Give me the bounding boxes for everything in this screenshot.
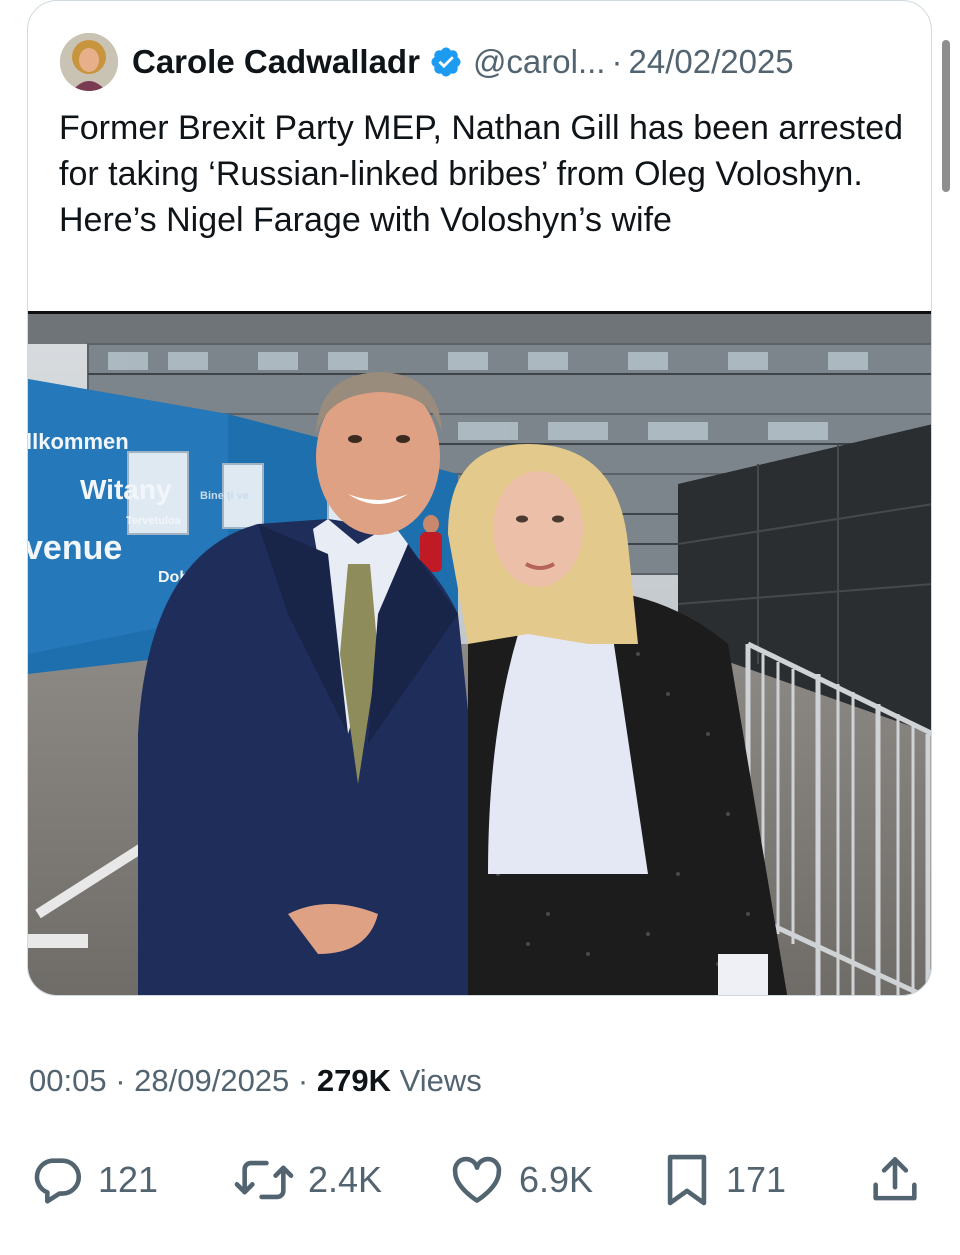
quoted-tweet-header: Carole Cadwalladr @carol... · 24/02/2025 — [60, 31, 920, 93]
quoted-tweet-text: Former Brexit Party MEP, Nathan Gill has… — [59, 109, 904, 239]
handle[interactable]: @carol... — [473, 43, 606, 81]
quoted-tweet-card[interactable]: Carole Cadwalladr @carol... · 24/02/2025… — [27, 0, 932, 996]
bookmark-count: 171 — [726, 1159, 787, 1200]
tweet-photo[interactable]: llkommen Witany venue Tervetuloa Dobro B… — [28, 311, 931, 995]
tweet-meta: 00:05 · 28/09/2025 · 279K Views — [29, 1063, 482, 1099]
bookmark-icon — [667, 1154, 707, 1206]
author-name[interactable]: Carole Cadwalladr — [132, 43, 420, 81]
repost-count: 2.4K — [308, 1159, 383, 1200]
scrollbar[interactable] — [942, 40, 950, 192]
views-count[interactable]: 279K — [317, 1063, 391, 1098]
sign-text-6: Bine ți ve — [200, 490, 249, 502]
like-count: 6.9K — [519, 1159, 594, 1200]
tweet-date[interactable]: 28/09/2025 — [134, 1063, 289, 1098]
verified-badge-icon — [431, 47, 461, 77]
repost-icon — [234, 1160, 294, 1200]
share-button[interactable] — [866, 1145, 924, 1215]
reply-button[interactable]: 121 — [28, 1145, 158, 1215]
separator-dot: · — [611, 43, 623, 80]
views-label: Views — [399, 1063, 482, 1098]
reply-icon — [34, 1158, 82, 1204]
sign-text-1: llkommen — [28, 429, 129, 454]
avatar[interactable] — [60, 33, 118, 91]
like-button[interactable]: 6.9K — [447, 1145, 593, 1215]
share-icon — [873, 1157, 917, 1201]
bookmark-button[interactable]: 171 — [660, 1145, 786, 1215]
heart-icon — [452, 1156, 502, 1203]
sign-text-2: Witany — [80, 474, 172, 505]
tweet-time[interactable]: 00:05 — [29, 1063, 107, 1098]
repost-button[interactable]: 2.4K — [232, 1145, 382, 1215]
meta-dot-1: · — [115, 1063, 135, 1098]
sign-text-4: Tervetuloa — [126, 515, 182, 527]
sign-text-3: venue — [28, 529, 122, 567]
meta-dot-2: · — [297, 1063, 317, 1098]
action-bar: 121 2.4K 6.9K 171 — [0, 1145, 960, 1215]
quoted-tweet-date[interactable]: 24/02/2025 — [628, 43, 793, 81]
reply-count: 121 — [98, 1159, 159, 1200]
